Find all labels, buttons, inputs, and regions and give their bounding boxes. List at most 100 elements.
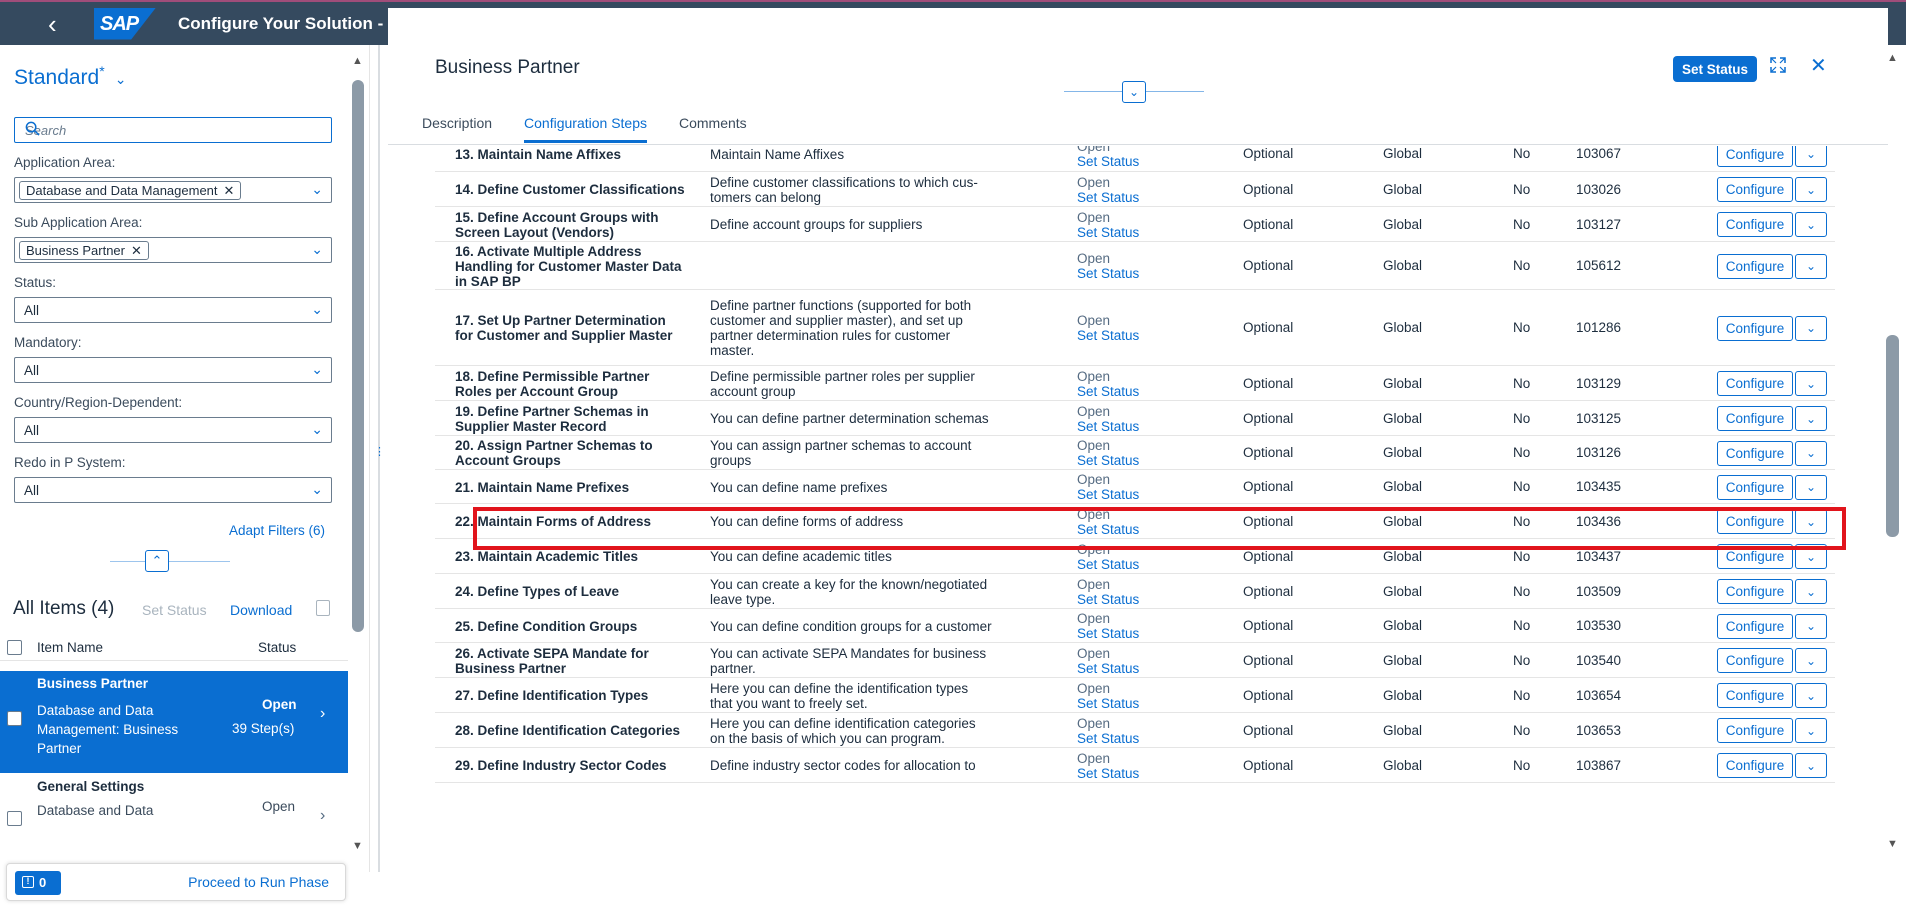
list-set-status-button[interactable]: Set Status <box>142 602 207 618</box>
table-row[interactable]: 16. Activate Multiple Address Handling fo… <box>435 242 1835 290</box>
scroll-down-icon[interactable]: ▼ <box>1887 838 1898 850</box>
configure-menu-chevron-icon[interactable]: ⌄ <box>1795 315 1827 341</box>
search-input[interactable]: Search <box>14 117 332 143</box>
collapse-header-button[interactable]: ⌄ <box>1122 81 1146 103</box>
set-status-link[interactable]: Set Status <box>1077 731 1139 746</box>
copy-icon[interactable] <box>316 600 330 616</box>
close-icon[interactable]: ✕ <box>1810 53 1827 78</box>
set-status-link[interactable]: Set Status <box>1077 328 1139 343</box>
set-status-link[interactable]: Set Status <box>1077 190 1139 205</box>
configure-button[interactable]: Configure <box>1717 371 1793 396</box>
redo-in-p-select[interactable]: All ⌄ <box>14 477 332 503</box>
table-row[interactable]: 25. Define Condition Groups You can defin… <box>435 609 1835 643</box>
configure-button[interactable]: Configure <box>1717 253 1793 279</box>
set-status-link[interactable]: Set Status <box>1077 453 1139 468</box>
back-icon[interactable]: ‹ <box>48 11 88 37</box>
set-status-link[interactable]: Set Status <box>1077 419 1139 434</box>
scroll-up-icon[interactable]: ▲ <box>352 55 363 67</box>
adapt-filters-link[interactable]: Adapt Filters (6) <box>229 523 325 538</box>
configure-menu-chevron-icon[interactable]: ⌄ <box>1795 440 1827 466</box>
tab-configuration-steps[interactable]: Configuration Steps <box>524 115 647 143</box>
configure-button[interactable]: Configure <box>1717 718 1793 743</box>
row-checkbox[interactable] <box>7 811 22 826</box>
table-row[interactable]: 27. Define Identification Types Here you … <box>435 678 1835 713</box>
set-status-link[interactable]: Set Status <box>1077 266 1139 281</box>
chevron-down-icon[interactable]: ⌄ <box>311 481 323 498</box>
tab-description[interactable]: Description <box>422 115 492 143</box>
configure-button[interactable]: Configure <box>1717 440 1793 466</box>
chevron-right-icon[interactable]: › <box>320 807 325 825</box>
configure-button[interactable]: Configure <box>1717 613 1793 639</box>
table-row[interactable]: 13. Maintain Name Affixes Maintain Name A… <box>435 146 1835 172</box>
set-status-link[interactable]: Set Status <box>1077 225 1139 240</box>
filter-token[interactable]: Database and Data Management ✕ <box>19 181 242 200</box>
set-status-link[interactable]: Set Status <box>1077 661 1139 676</box>
fullscreen-icon[interactable] <box>1770 57 1786 78</box>
status-select[interactable]: All ⌄ <box>14 297 332 323</box>
chevron-down-icon[interactable]: ⌄ <box>311 181 323 198</box>
configure-menu-chevron-icon[interactable]: ⌄ <box>1795 146 1827 167</box>
download-button[interactable]: Download <box>230 602 292 618</box>
set-status-link[interactable]: Set Status <box>1077 592 1139 607</box>
set-status-link[interactable]: Set Status <box>1077 696 1139 711</box>
right-scrollbar-thumb[interactable] <box>1886 335 1899 537</box>
variant-selector[interactable]: Standard* ⌄ <box>14 63 126 90</box>
configure-menu-chevron-icon[interactable]: ⌄ <box>1795 648 1827 673</box>
configure-button[interactable]: Configure <box>1717 177 1793 202</box>
configure-menu-chevron-icon[interactable]: ⌄ <box>1795 253 1827 279</box>
set-status-link[interactable]: Set Status <box>1077 626 1139 641</box>
chevron-down-icon[interactable]: ⌄ <box>311 361 323 378</box>
chevron-down-icon[interactable]: ⌄ <box>311 301 323 318</box>
application-area-multiinput[interactable]: Database and Data Management ✕ ⌄ <box>14 177 332 203</box>
table-row[interactable]: 26. Activate SEPA Mandate for Business Pa… <box>435 643 1835 678</box>
configure-button[interactable]: Configure <box>1717 648 1793 673</box>
scroll-down-icon[interactable]: ▼ <box>352 840 363 852</box>
table-row[interactable]: 14. Define Customer Classifications Defin… <box>435 172 1835 207</box>
chevron-down-icon[interactable]: ⌄ <box>311 421 323 438</box>
tab-comments[interactable]: Comments <box>679 115 747 143</box>
country-region-select[interactable]: All ⌄ <box>14 417 332 443</box>
set-status-link[interactable]: Set Status <box>1077 487 1139 502</box>
sap-logo[interactable]: SAP <box>94 7 156 40</box>
table-row[interactable]: 20. Assign Partner Schemas to Account Gro… <box>435 436 1835 470</box>
list-item[interactable]: General Settings Database and Data Open … <box>0 773 348 833</box>
remove-token-icon[interactable]: ✕ <box>224 183 235 198</box>
set-status-link[interactable]: Set Status <box>1077 766 1139 781</box>
configure-button[interactable]: Configure <box>1717 579 1793 604</box>
table-row[interactable]: 19. Define Partner Schemas in Supplier Ma… <box>435 401 1835 436</box>
table-row[interactable]: 28. Define Identification Categories Here… <box>435 713 1835 748</box>
configure-menu-chevron-icon[interactable]: ⌄ <box>1795 753 1827 778</box>
configure-button[interactable]: Configure <box>1717 406 1793 431</box>
configure-button[interactable]: Configure <box>1717 474 1793 500</box>
configure-menu-chevron-icon[interactable]: ⌄ <box>1795 718 1827 743</box>
left-scrollbar-thumb[interactable] <box>352 80 364 632</box>
row-checkbox[interactable] <box>7 711 22 726</box>
configure-button[interactable]: Configure <box>1717 753 1793 778</box>
messages-button[interactable]: ! 0 <box>15 871 61 895</box>
configure-menu-chevron-icon[interactable]: ⌄ <box>1795 406 1827 431</box>
collapse-header-button[interactable]: ⌃ <box>145 550 169 572</box>
table-row[interactable]: 24. Define Types of Leave You can create … <box>435 574 1835 609</box>
configure-button[interactable]: Configure <box>1717 146 1793 167</box>
configure-menu-chevron-icon[interactable]: ⌄ <box>1795 613 1827 639</box>
set-status-link[interactable]: Set Status <box>1077 154 1139 169</box>
table-row[interactable]: 21. Maintain Name Prefixes You can define… <box>435 470 1835 504</box>
configure-menu-chevron-icon[interactable]: ⌄ <box>1795 177 1827 202</box>
configure-button[interactable]: Configure <box>1717 683 1793 708</box>
sub-application-area-multiinput[interactable]: Business Partner ✕ ⌄ <box>14 237 332 263</box>
set-status-link[interactable]: Set Status <box>1077 384 1139 399</box>
configure-menu-chevron-icon[interactable]: ⌄ <box>1795 474 1827 500</box>
proceed-to-run-phase-button[interactable]: Proceed to Run Phase <box>188 874 329 890</box>
mandatory-select[interactable]: All ⌄ <box>14 357 332 383</box>
configure-button[interactable]: Configure <box>1717 315 1793 341</box>
splitter-grip-icon[interactable]: ⋮ <box>374 445 385 458</box>
chevron-right-icon[interactable]: › <box>320 705 325 723</box>
select-all-checkbox[interactable] <box>7 640 22 655</box>
configure-button[interactable]: Configure <box>1717 212 1793 237</box>
list-item-selected[interactable]: Business Partner Database and Data Manag… <box>0 671 348 773</box>
set-status-button[interactable]: Set Status <box>1673 56 1757 82</box>
configure-menu-chevron-icon[interactable]: ⌄ <box>1795 212 1827 237</box>
configure-menu-chevron-icon[interactable]: ⌄ <box>1795 371 1827 396</box>
filter-token[interactable]: Business Partner ✕ <box>19 241 149 260</box>
table-row[interactable]: 15. Define Account Groups with Screen Lay… <box>435 207 1835 242</box>
